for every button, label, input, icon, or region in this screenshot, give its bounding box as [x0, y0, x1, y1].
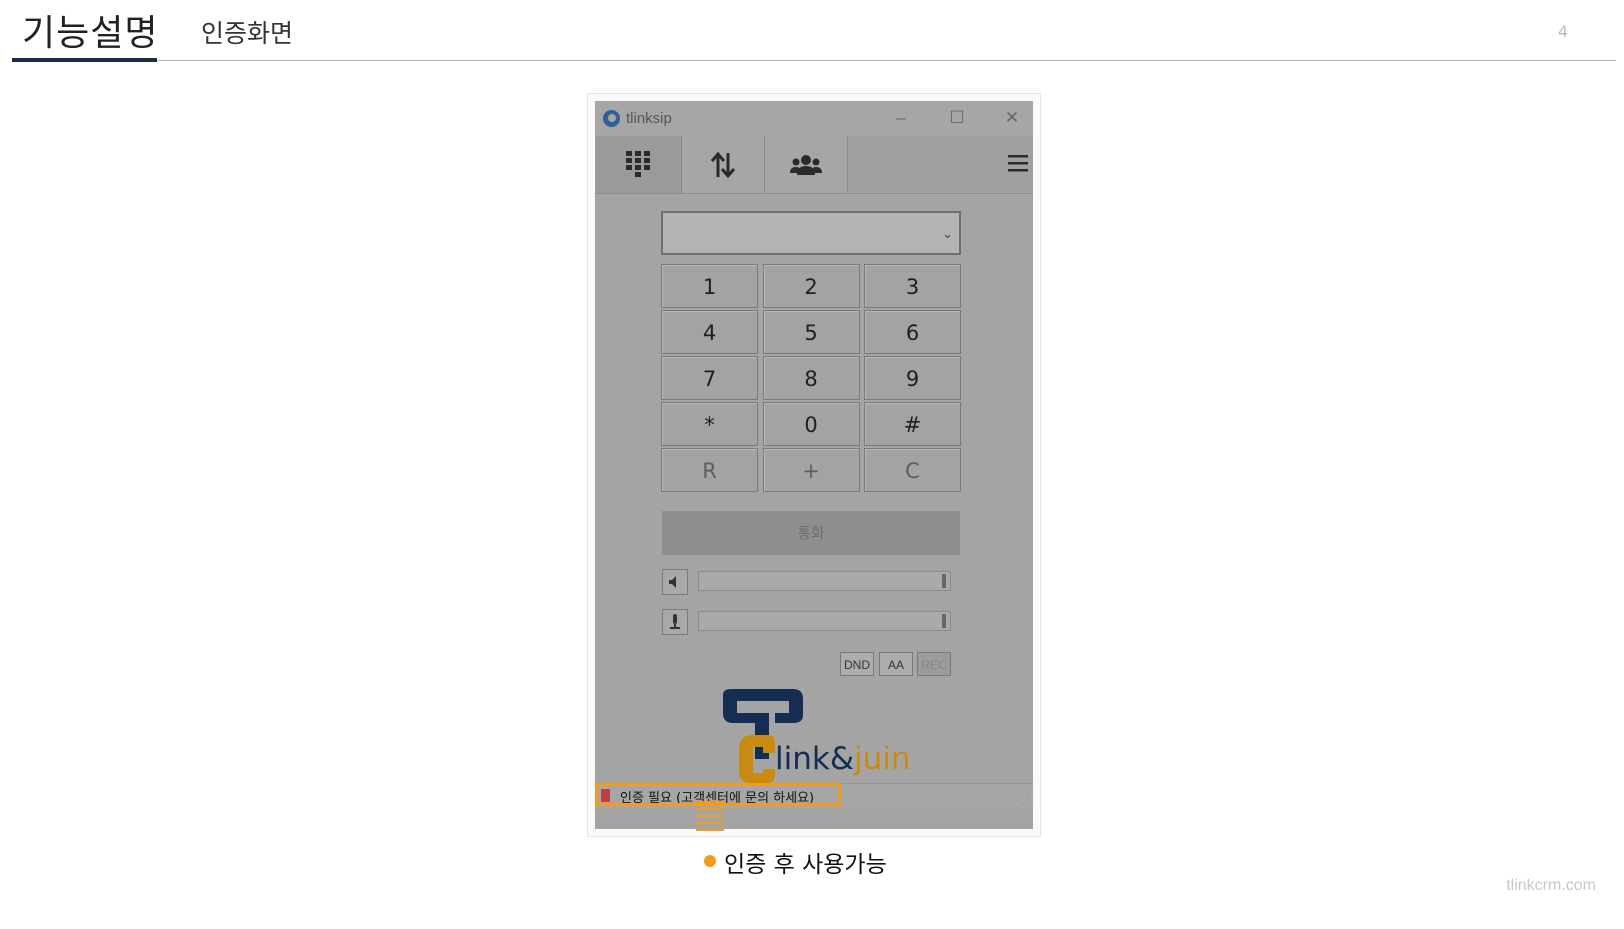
key-0[interactable]: 0	[762, 402, 860, 446]
key-7[interactable]: 7	[661, 356, 758, 400]
window-title: tlinksip	[626, 110, 672, 127]
title-bar: tlinksip – ☐ ✕	[595, 101, 1033, 136]
footer-brand: tlinkcrm.com	[1506, 877, 1596, 894]
app-logo-icon	[603, 110, 620, 127]
key-1[interactable]: 1	[661, 264, 758, 308]
maximize-button[interactable]: ☐	[942, 107, 972, 129]
contacts-group-icon	[790, 154, 822, 175]
resize-grip-icon[interactable]: ⋰	[1021, 796, 1030, 806]
slide-title: 기능설명	[22, 13, 159, 54]
key-3[interactable]: 3	[864, 264, 961, 308]
toolbar	[595, 136, 1033, 194]
key-r[interactable]: R	[661, 448, 758, 492]
record-button[interactable]: REC	[917, 652, 951, 676]
header-divider	[12, 60, 1616, 61]
key-star[interactable]: *	[661, 402, 758, 446]
page-number: 4	[1557, 22, 1568, 41]
callout-connector	[696, 801, 724, 831]
minimize-button[interactable]: –	[886, 107, 916, 129]
chevron-down-icon[interactable]: ⌄	[942, 226, 953, 242]
slide-subtitle: 인증화면	[201, 19, 294, 48]
number-input[interactable]: ⌄	[661, 211, 961, 255]
close-button[interactable]: ✕	[997, 107, 1027, 129]
brand-logo-text: link&juin	[775, 741, 911, 777]
key-8[interactable]: 8	[762, 356, 860, 400]
key-plus[interactable]: +	[762, 448, 860, 492]
header-accent-bar	[12, 58, 157, 62]
logo-text-juin: juin	[854, 741, 911, 777]
slider-thumb[interactable]	[942, 614, 946, 628]
tab-transfer[interactable]	[682, 136, 765, 193]
hamburger-menu-icon[interactable]	[1007, 152, 1029, 174]
key-6[interactable]: 6	[864, 310, 961, 354]
tab-dialpad[interactable]	[595, 136, 682, 193]
callout-dot	[704, 855, 716, 867]
key-5[interactable]: 5	[762, 310, 860, 354]
key-2[interactable]: 2	[762, 264, 860, 308]
logo-text-link: link&	[775, 741, 854, 777]
tab-contacts[interactable]	[765, 136, 848, 193]
key-9[interactable]: 9	[864, 356, 961, 400]
key-4[interactable]: 4	[661, 310, 758, 354]
app-window: tlinksip – ☐ ✕ ⌄ 1 2 3 4 5 6 7 8 9 * 0 #…	[595, 101, 1033, 829]
auto-answer-button[interactable]: AA	[879, 652, 913, 676]
call-button[interactable]: 통화	[662, 511, 960, 555]
mic-volume-slider[interactable]	[698, 611, 951, 631]
transfer-arrows-icon	[710, 151, 736, 178]
key-hash[interactable]: #	[864, 402, 961, 446]
key-c[interactable]: C	[864, 448, 961, 492]
screenshot-frame: tlinksip – ☐ ✕ ⌄ 1 2 3 4 5 6 7 8 9 * 0 #…	[587, 93, 1041, 837]
speaker-icon[interactable]	[662, 569, 688, 595]
slider-thumb[interactable]	[942, 574, 946, 588]
dialpad-icon	[626, 150, 650, 177]
dnd-button[interactable]: DND	[840, 652, 874, 676]
callout-text: 인증 후 사용가능	[724, 852, 887, 878]
microphone-icon[interactable]	[662, 609, 688, 635]
speaker-volume-slider[interactable]	[698, 571, 951, 591]
